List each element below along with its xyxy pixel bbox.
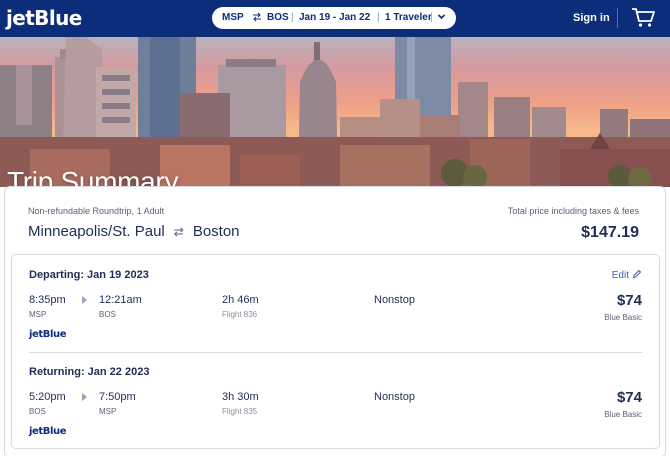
flights-panel: Departing: Jan 19 2023 Edit 8:35pm MSP 1… — [11, 254, 660, 449]
nav-divider — [617, 8, 618, 28]
arrive-airport: MSP — [99, 407, 117, 416]
depart-airport: BOS — [29, 407, 46, 416]
arrive-airport: BOS — [99, 310, 116, 319]
returning-flight: Returning: Jan 22 2023 5:20pm BOS 7:50pm… — [12, 353, 659, 450]
arrive-time: 12:21am — [99, 294, 142, 306]
fare-note: Non-refundable Roundtrip, 1 Adult — [28, 206, 165, 216]
separator: | — [377, 12, 380, 23]
route-heading: Minneapolis/St. Paul ⇄ Boston — [28, 223, 240, 240]
fare-class: Blue Basic — [604, 410, 642, 419]
carrier-logo: jetBlue — [29, 426, 67, 437]
flight-duration: 2h 46m — [222, 294, 259, 306]
flight-number: Flight 836 — [222, 310, 258, 319]
pencil-icon — [632, 269, 642, 279]
sign-in-link[interactable]: Sign in — [573, 12, 610, 24]
chevron-down-icon[interactable] — [437, 12, 446, 24]
stops: Nonstop — [374, 391, 415, 403]
origin-city: Minneapolis/St. Paul — [28, 223, 165, 240]
arrive-time: 7:50pm — [99, 391, 136, 403]
boston-skyline-image — [0, 37, 670, 187]
arrow-icon — [82, 296, 87, 304]
top-nav-bar: jetBlue MSP BOS | Jan 19 - Jan 22 | 1 Tr… — [0, 0, 670, 37]
fare-class: Blue Basic — [604, 313, 642, 322]
destination-city: Boston — [192, 223, 240, 240]
separator: | — [291, 12, 294, 23]
flight-duration: 3h 30m — [222, 391, 259, 403]
cart-icon[interactable] — [630, 5, 656, 29]
total-price-label: Total price including taxes & fees — [507, 206, 639, 216]
search-destination: BOS — [267, 12, 289, 23]
flight-price: $74 — [616, 389, 642, 406]
total-price: $147.19 — [581, 224, 639, 241]
flight-number: Flight 835 — [222, 407, 258, 416]
search-travelers: 1 Traveler — [385, 12, 432, 23]
stops: Nonstop — [374, 294, 415, 306]
flight-search-summary[interactable]: MSP BOS | Jan 19 - Jan 22 | 1 Traveler | — [212, 7, 456, 29]
departing-flight: Departing: Jan 19 2023 Edit 8:35pm MSP 1… — [12, 255, 659, 352]
depart-time: 8:35pm — [29, 294, 66, 306]
trip-summary-card: Non-refundable Roundtrip, 1 Adult Minnea… — [4, 186, 666, 456]
flight-price: $74 — [616, 292, 642, 309]
hero-banner: Trip Summary — [0, 37, 670, 187]
depart-airport: MSP — [29, 310, 47, 319]
depart-time: 5:20pm — [29, 391, 66, 403]
departing-title: Departing: Jan 19 2023 — [29, 269, 149, 281]
returning-title: Returning: Jan 22 2023 — [29, 366, 150, 378]
edit-label: Edit — [611, 270, 629, 281]
carrier-logo: jetBlue — [29, 329, 67, 340]
search-dates: Jan 19 - Jan 22 — [299, 12, 371, 23]
separator: | — [430, 12, 433, 23]
edit-button[interactable]: Edit — [612, 269, 642, 281]
page-title: Trip Summary — [7, 166, 179, 187]
swap-icon: ⇄ — [173, 225, 184, 239]
arrow-icon — [82, 393, 87, 401]
search-origin: MSP — [222, 12, 244, 23]
swap-icon — [252, 12, 262, 25]
jetblue-logo[interactable]: jetBlue — [6, 6, 82, 30]
